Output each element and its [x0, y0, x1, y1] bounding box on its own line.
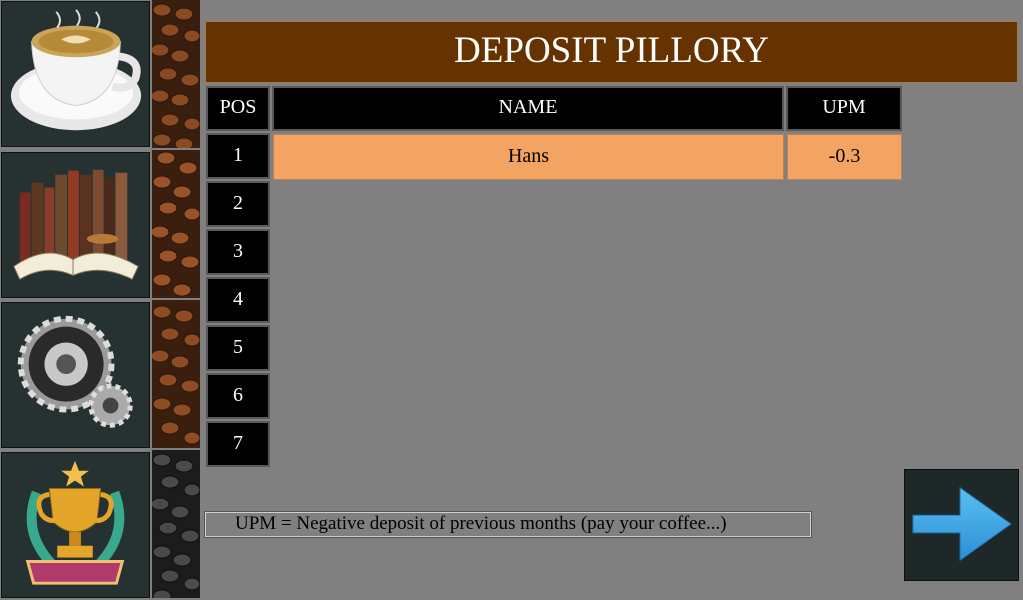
app-root: DEPOSIT PILLORY POS NAME UPM 1 2 3 4 5 6… [0, 0, 1023, 600]
gears-icon [17, 315, 133, 428]
position-cell: 5 [206, 325, 270, 371]
trophy-icon [25, 460, 125, 585]
coffee-beans-strip [152, 300, 200, 448]
books-icon [13, 169, 139, 280]
coffee-beans-strip [152, 0, 200, 148]
table-row-upm-cell: -0.3 [787, 134, 902, 180]
position-cell: 1 [206, 133, 270, 179]
position-cell: 6 [206, 373, 270, 419]
coffee-menu-button[interactable] [1, 1, 150, 147]
coffee-beans-strip [152, 450, 200, 598]
column-header-upm: UPM [786, 86, 902, 131]
menu-books-button[interactable] [1, 152, 150, 298]
position-cell: 4 [206, 277, 270, 323]
page-title: DEPOSIT PILLORY [205, 21, 1018, 83]
position-cell: 2 [206, 181, 270, 227]
position-cell: 7 [206, 421, 270, 467]
column-header-name: NAME [272, 86, 784, 131]
position-cell: 3 [206, 229, 270, 275]
coffee-cup-icon [10, 9, 142, 131]
next-page-button[interactable] [904, 469, 1019, 581]
upm-legend: UPM = Negative deposit of previous month… [204, 511, 812, 538]
settings-button[interactable] [1, 302, 150, 448]
coffee-beans-strip [152, 150, 200, 298]
arrow-right-icon [912, 486, 1012, 562]
table-row-name-cell: Hans [273, 134, 784, 180]
ranking-button[interactable] [1, 452, 150, 598]
column-header-pos: POS [206, 86, 270, 131]
